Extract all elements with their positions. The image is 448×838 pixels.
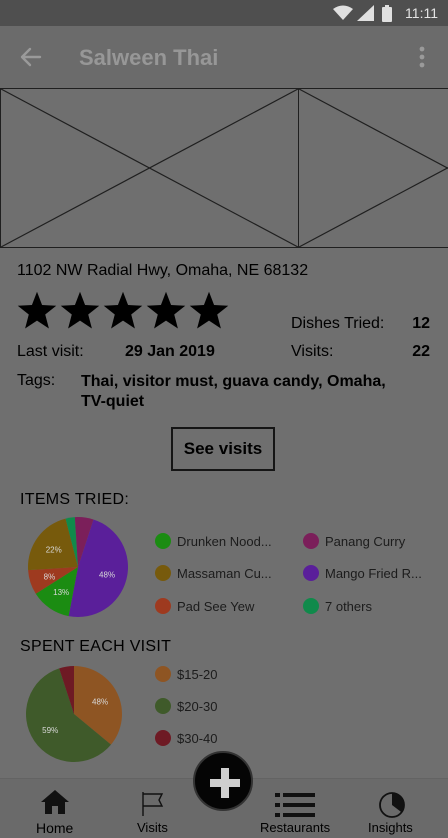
legend-item: Panang Curry	[303, 533, 405, 549]
star-icon	[103, 291, 143, 329]
legend-swatch	[303, 533, 319, 549]
legend-item: Pad See Yew	[155, 598, 254, 614]
photo-gallery[interactable]	[0, 88, 448, 248]
wifi-icon	[333, 5, 353, 20]
legend-label: Panang Curry	[325, 533, 406, 549]
items-tried-title: ITEMS TRIED:	[20, 491, 130, 508]
nav-insights-label: Insights	[368, 820, 413, 835]
legend-label: Drunken Nood...	[177, 533, 272, 549]
tags-label: Tags:	[17, 372, 56, 389]
legend-label: Massaman Cu...	[177, 565, 272, 581]
legend-item: $15-20	[155, 666, 217, 682]
add-fab-button[interactable]	[193, 751, 253, 811]
legend-item: $20-30	[155, 698, 217, 714]
nav-visits-label: Visits	[137, 820, 168, 835]
legend-swatch	[155, 533, 171, 549]
plus-icon	[210, 768, 240, 798]
page-title: Salween Thai	[79, 45, 219, 70]
dishes-tried-value: 12	[412, 315, 430, 332]
dishes-tried-label: Dishes Tried:	[291, 315, 385, 332]
items-tried-pie-chart: 48% 13% 8% 22%	[28, 517, 128, 617]
nav-restaurants[interactable]: Restaurants	[255, 779, 335, 838]
legend-label: Pad See Yew	[177, 598, 255, 614]
visits-label: Visits:	[291, 343, 334, 360]
pie-slice-label: 59%	[42, 726, 58, 735]
pie-slice-label: 48%	[92, 698, 108, 707]
restaurant-address: 1102 NW Radial Hwy, Omaha, NE 68132	[17, 262, 309, 279]
legend-item: 7 others	[303, 598, 372, 614]
tags-value: Thai, visitor must, guava candy, Omaha, …	[81, 373, 386, 410]
legend-swatch	[303, 598, 319, 614]
star-icon	[60, 291, 100, 329]
flag-icon	[142, 792, 164, 816]
nav-home-label: Home	[36, 820, 74, 836]
legend-swatch	[155, 698, 171, 714]
nav-visits[interactable]: Visits	[118, 779, 190, 838]
pie-slice-label: 48%	[99, 570, 115, 579]
legend-label: Mango Fried R...	[325, 565, 422, 581]
back-arrow-icon[interactable]	[18, 44, 44, 70]
star-icon	[189, 291, 229, 329]
star-icon	[17, 291, 57, 329]
star-icon	[146, 291, 186, 329]
status-time: 11:11	[405, 5, 438, 21]
legend-item: Massaman Cu...	[155, 565, 272, 581]
legend-label: $15-20	[177, 666, 218, 682]
visits-value: 22	[412, 343, 430, 360]
pie-chart-icon	[379, 792, 405, 818]
legend-swatch	[155, 598, 171, 614]
battery-icon	[382, 5, 392, 22]
photo-placeholder[interactable]	[0, 88, 299, 248]
legend-label: $30-40	[177, 730, 218, 746]
last-visit-value: 29 Jan 2019	[125, 343, 215, 360]
pie-slice-label: 13%	[53, 588, 69, 597]
more-vert-icon[interactable]	[418, 46, 426, 68]
star-rating	[16, 290, 230, 332]
app-bar: Salween Thai	[0, 26, 448, 88]
spent-each-visit-title: SPENT EACH VISIT	[20, 638, 172, 655]
legend-item: $30-40	[155, 730, 217, 746]
nav-insights[interactable]: Insights	[362, 779, 422, 838]
legend-item: Drunken Nood...	[155, 533, 272, 549]
pie-slice-label: 8%	[44, 572, 56, 581]
spent-each-visit-pie-chart: 48% 59%	[25, 666, 122, 762]
nav-home[interactable]: Home	[20, 779, 92, 838]
home-icon	[41, 790, 69, 814]
photo-placeholder[interactable]	[298, 88, 448, 248]
pie-slice-label: 22%	[46, 545, 62, 554]
legend-swatch	[155, 666, 171, 682]
legend-label: 7 others	[325, 598, 372, 614]
status-bar: 11:11	[0, 0, 448, 26]
nav-restaurants-label: Restaurants	[260, 820, 331, 835]
last-visit-label: Last visit:	[17, 343, 84, 360]
legend-swatch	[155, 730, 171, 746]
see-visits-button[interactable]: See visits	[171, 427, 275, 471]
legend-swatch	[155, 565, 171, 581]
signal-icon	[357, 5, 374, 21]
legend-swatch	[303, 565, 319, 581]
legend-label: $20-30	[177, 698, 218, 714]
list-icon	[275, 793, 315, 817]
legend-item: Mango Fried R...	[303, 565, 422, 581]
